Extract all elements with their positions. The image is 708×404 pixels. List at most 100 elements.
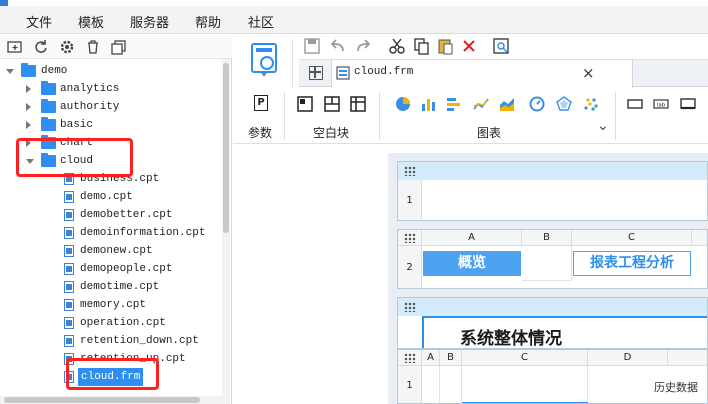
paste-icon[interactable] — [436, 37, 454, 55]
explorer-horizontal-scrollbar[interactable] — [0, 396, 222, 404]
line-chart-icon[interactable] — [473, 96, 489, 112]
gauge-chart-icon[interactable] — [529, 96, 545, 112]
column-header[interactable] — [692, 230, 707, 246]
delete-x-icon[interactable] — [460, 37, 478, 55]
tab-block-icon[interactable] — [324, 96, 340, 112]
expand-arrow-icon[interactable] — [6, 69, 14, 74]
column-header[interactable]: C — [462, 350, 588, 366]
tree-file[interactable]: operation.cpt — [0, 314, 220, 332]
tree-file[interactable]: demoinformation.cpt — [0, 224, 220, 242]
tree-file-label: demotime.cpt — [80, 281, 160, 293]
column-header[interactable]: A — [422, 350, 440, 366]
folder-icon — [41, 117, 56, 131]
column-header[interactable]: C — [572, 230, 692, 246]
redo-icon[interactable] — [354, 37, 372, 55]
report-block-2[interactable]: A B C 2 概览 报表工程分析 — [397, 229, 708, 289]
template-design-icon[interactable] — [251, 43, 277, 73]
tree-folder-basic[interactable]: basic — [0, 116, 220, 134]
settings-icon[interactable] — [58, 38, 76, 56]
ribbon-expand-caret-icon[interactable]: ⌄ — [597, 118, 609, 134]
cut-icon[interactable] — [388, 37, 406, 55]
column-chart-icon[interactable] — [421, 96, 437, 112]
highlight-cloud-folder — [16, 138, 133, 177]
tab-close-icon[interactable]: × — [582, 64, 595, 82]
drag-handle-icon[interactable] — [404, 166, 416, 176]
sheet-cell[interactable] — [462, 366, 588, 403]
dropdown-caret-icon[interactable] — [261, 73, 267, 77]
tree-file[interactable]: demo.cpt — [0, 188, 220, 206]
template-explorer: demo analytics authority basic chart clo… — [0, 35, 232, 404]
tree-file[interactable]: demotime.cpt — [0, 278, 220, 296]
refresh-icon[interactable] — [32, 38, 50, 56]
block-title-bar — [398, 298, 707, 316]
menu-template[interactable]: 模板 — [78, 12, 104, 31]
report-file-icon — [64, 263, 74, 275]
radar-chart-icon[interactable] — [556, 96, 572, 112]
column-header[interactable]: B — [522, 230, 572, 246]
scatter-chart-icon[interactable] — [583, 96, 599, 112]
row-header[interactable]: 2 — [398, 246, 422, 288]
grid-block-icon[interactable] — [350, 96, 366, 112]
scrollbar-thumb[interactable] — [223, 63, 229, 233]
collapse-arrow-icon[interactable] — [26, 121, 31, 129]
tree-folder-authority[interactable]: authority — [0, 98, 220, 116]
tree-file[interactable]: memory.cpt — [0, 296, 220, 314]
tree-file[interactable]: demonew.cpt — [0, 242, 220, 260]
undo-icon[interactable] — [329, 37, 347, 55]
pie-chart-icon[interactable] — [395, 96, 411, 112]
sheet-cell[interactable] — [422, 180, 707, 220]
text-widget-icon[interactable] — [680, 96, 696, 112]
menu-help[interactable]: 帮助 — [195, 12, 221, 31]
tree-folder-analytics[interactable]: analytics — [0, 80, 220, 98]
area-chart-icon[interactable] — [499, 96, 515, 112]
form-body: 1 A B C 2 概览 报表工程分析 系统整体情况 A B C D 1 历史数… — [388, 153, 708, 404]
sheet-cell[interactable] — [522, 246, 572, 281]
sheet-cell[interactable] — [440, 366, 462, 403]
menu-file[interactable]: 文件 — [26, 12, 52, 31]
parameter-widget-icon[interactable]: P — [254, 95, 268, 111]
copy-icon[interactable] — [412, 37, 430, 55]
tree-root-demo[interactable]: demo — [0, 62, 220, 80]
tree-file-label: demo.cpt — [80, 191, 133, 203]
row-header[interactable]: 1 — [398, 366, 422, 403]
menu-community[interactable]: 社区 — [248, 12, 274, 31]
bar-chart-icon[interactable] — [446, 96, 462, 112]
delete-icon[interactable] — [84, 38, 102, 56]
scrollbar-thumb[interactable] — [4, 397, 200, 403]
sheet-cell[interactable] — [422, 366, 440, 403]
column-header[interactable]: B — [440, 350, 462, 366]
collapse-arrow-icon[interactable] — [26, 85, 31, 93]
report-block-3[interactable]: 系统整体情况 — [397, 297, 708, 349]
column-header[interactable]: D — [588, 350, 668, 366]
tree-folder-label: authority — [60, 101, 120, 113]
preview-icon[interactable] — [492, 37, 510, 55]
menu-server[interactable]: 服务器 — [130, 12, 169, 31]
row-header[interactable]: 1 — [398, 180, 422, 220]
tree-file-label: demoinformation.cpt — [80, 227, 206, 239]
absolute-block-icon[interactable] — [297, 96, 313, 112]
grid-view-icon[interactable] — [309, 66, 323, 80]
column-header[interactable]: A — [422, 230, 522, 246]
drag-handle-icon[interactable] — [404, 233, 416, 243]
save-icon[interactable] — [303, 37, 321, 55]
folder-icon — [41, 99, 56, 113]
form-file-icon — [336, 66, 350, 80]
drag-handle-icon[interactable] — [404, 302, 416, 312]
explorer-vertical-scrollbar[interactable] — [222, 59, 230, 404]
tab-cloud-frm[interactable]: cloud.frm × — [331, 60, 633, 88]
report-block-4[interactable]: A B C D 1 历史数据 — [397, 349, 708, 404]
collapse-all-icon[interactable] — [110, 38, 128, 56]
tree-file[interactable]: demobetter.cpt — [0, 206, 220, 224]
label-widget-icon[interactable]: lab — [653, 96, 669, 112]
ribbon-group-parameter: 参数 — [248, 126, 273, 140]
report-block-1[interactable]: 1 — [397, 161, 708, 221]
report-analysis-cell[interactable]: 报表工程分析 — [573, 251, 691, 276]
collapse-arrow-icon[interactable] — [26, 103, 31, 111]
column-header[interactable] — [668, 350, 707, 366]
tree-file[interactable]: retention_down.cpt — [0, 332, 220, 350]
drag-handle-icon[interactable] — [404, 353, 416, 363]
new-folder-icon[interactable] — [6, 38, 24, 56]
overview-cell[interactable]: 概览 — [423, 251, 521, 276]
tree-file[interactable]: demopeople.cpt — [0, 260, 220, 278]
button-widget-icon[interactable] — [627, 96, 643, 112]
